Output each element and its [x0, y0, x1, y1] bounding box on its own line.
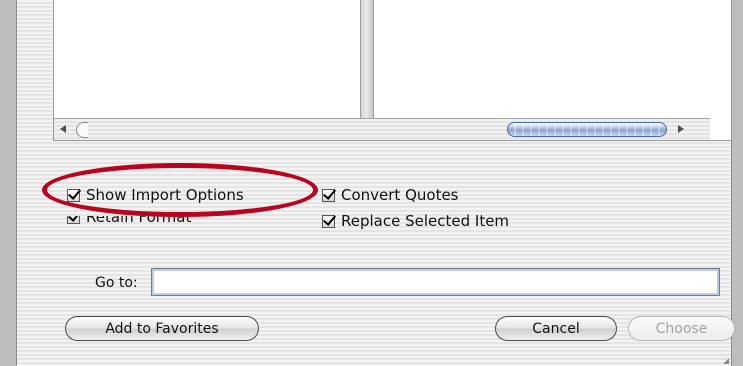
goto-input[interactable]: [151, 268, 720, 296]
browser-column-1[interactable]: [54, 0, 360, 118]
retain-format-option[interactable]: Retain Format: [67, 208, 192, 226]
add-to-favorites-button[interactable]: Add to Favorites: [65, 316, 259, 341]
show-import-options-label: Show Import Options: [86, 186, 244, 204]
horizontal-scrollbar[interactable]: [54, 118, 710, 140]
column-divider[interactable]: [360, 0, 374, 118]
convert-quotes-option[interactable]: Convert Quotes: [322, 186, 459, 204]
goto-label: Go to:: [95, 275, 138, 291]
show-import-options-option[interactable]: Show Import Options: [67, 186, 244, 204]
replace-selected-item-option[interactable]: Replace Selected Item: [322, 212, 509, 230]
file-browser: [53, 0, 732, 141]
retain-format-checkbox[interactable]: [67, 216, 80, 224]
scroll-track-cap: [76, 122, 88, 138]
file-dialog: Show Import Options Retain Format Conver…: [16, 0, 735, 366]
browser-margin: [711, 0, 731, 140]
resize-grip-icon[interactable]: [723, 358, 729, 364]
replace-selected-item-checkbox[interactable]: [322, 214, 335, 228]
retain-format-label: Retain Format: [86, 208, 192, 226]
convert-quotes-checkbox[interactable]: [322, 188, 335, 202]
choose-button[interactable]: Choose: [628, 316, 735, 341]
scroll-thumb[interactable]: [507, 122, 667, 137]
replace-selected-item-label: Replace Selected Item: [341, 212, 510, 230]
right-arrow-icon[interactable]: [678, 125, 684, 133]
show-import-options-checkbox[interactable]: [67, 188, 80, 202]
convert-quotes-label: Convert Quotes: [341, 186, 459, 204]
browser-column-2[interactable]: [374, 0, 710, 118]
cancel-button[interactable]: Cancel: [495, 316, 617, 341]
left-arrow-icon[interactable]: [60, 125, 66, 133]
